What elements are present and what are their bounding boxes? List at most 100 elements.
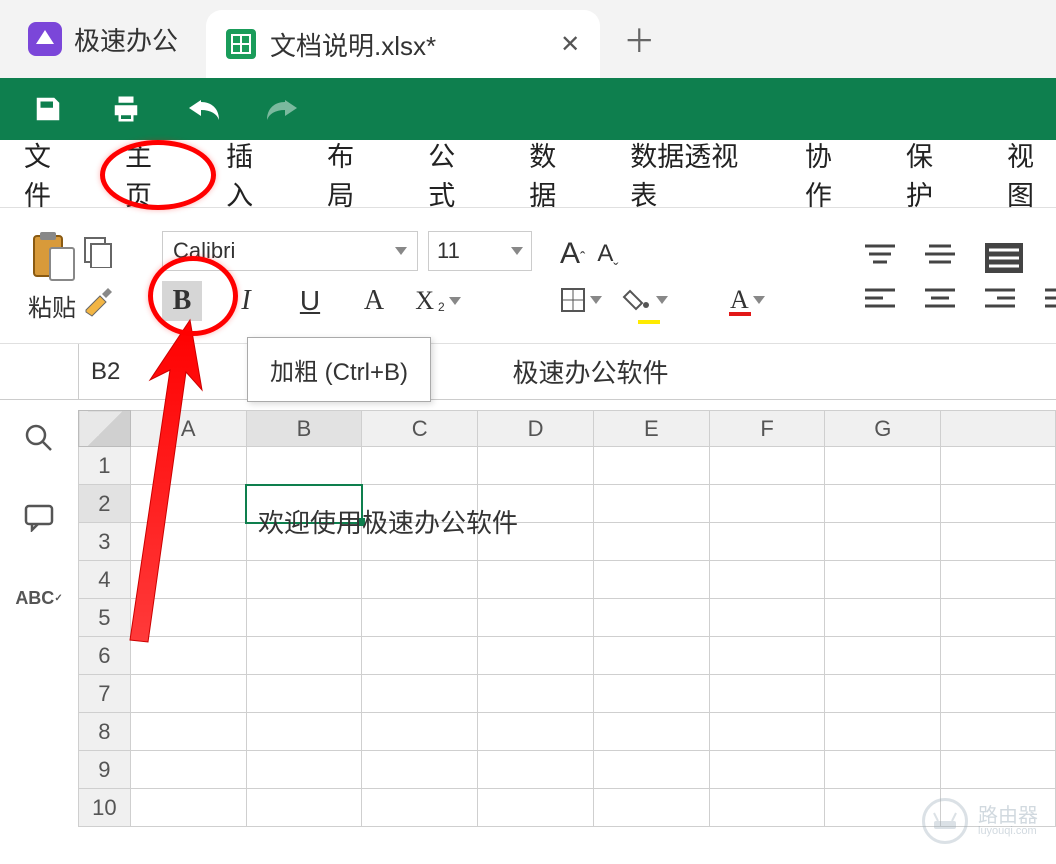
chevron-down-icon <box>449 297 461 305</box>
col-header-c[interactable]: C <box>362 411 478 447</box>
caret-up-icon: ˆ <box>580 250 585 268</box>
grow-font-button[interactable]: Aˆ <box>560 237 585 271</box>
bold-button[interactable]: B <box>162 281 202 321</box>
row-header-8[interactable]: 8 <box>79 713 131 751</box>
watermark: 路由器 luyouqi.com <box>922 798 1038 844</box>
format-painter-icon[interactable] <box>80 282 116 318</box>
col-header-a[interactable]: A <box>130 411 246 447</box>
search-icon[interactable] <box>19 418 59 458</box>
redo-icon[interactable] <box>264 91 300 127</box>
clipboard-icon[interactable] <box>24 228 80 284</box>
col-header-d[interactable]: D <box>478 411 594 447</box>
undo-icon[interactable] <box>186 91 222 127</box>
row-header-3[interactable]: 3 <box>79 523 131 561</box>
col-header-f[interactable]: F <box>709 411 825 447</box>
menu-collab[interactable]: 协作 <box>805 129 854 219</box>
chevron-down-icon <box>753 296 765 304</box>
spellcheck-icon[interactable]: ABC✓ <box>19 578 59 618</box>
row-header-2[interactable]: 2 <box>79 485 131 523</box>
align-right-button[interactable] <box>985 287 1015 309</box>
underline-button[interactable]: U <box>290 281 330 321</box>
row-header-7[interactable]: 7 <box>79 675 131 713</box>
align-bottom-button[interactable] <box>985 243 1023 273</box>
chevron-down-icon <box>395 247 407 255</box>
align-group <box>865 243 1056 309</box>
menu-formula[interactable]: 公式 <box>428 129 477 219</box>
row-header-4[interactable]: 4 <box>79 561 131 599</box>
spreadsheet-grid[interactable]: A B C D E F G 1 2 3 4 5 6 7 8 9 10 <box>78 410 1056 864</box>
row-header-5[interactable]: 5 <box>79 599 131 637</box>
col-header-overflow[interactable] <box>941 411 1056 447</box>
grid-area: ABC✓ A B C D E F G 1 2 3 4 5 6 7 8 9 10 <box>0 410 1056 864</box>
ribbon-toolbar: 粘贴 Calibri 11 B I U A X2 <box>0 208 1056 344</box>
spreadsheet-icon <box>226 29 256 59</box>
document-title: 文档说明.xlsx* <box>270 26 436 63</box>
formula-display[interactable]: 极速办公软件 <box>322 344 1056 400</box>
col-header-b[interactable]: B <box>246 411 362 447</box>
x2-sub: 2 <box>438 300 445 314</box>
watermark-main: 路由器 <box>978 806 1038 826</box>
chevron-down-icon <box>511 247 523 255</box>
menu-pivot[interactable]: 数据透视表 <box>630 129 753 219</box>
align-center-button[interactable] <box>925 287 955 309</box>
new-tab-button[interactable]: ＋ <box>600 0 678 78</box>
subscript-button[interactable]: X2 <box>418 281 458 321</box>
row-header-1[interactable]: 1 <box>79 447 131 485</box>
menu-protect[interactable]: 保护 <box>906 129 955 219</box>
app-tab[interactable]: 极速办公 <box>10 0 206 78</box>
router-icon <box>922 798 968 844</box>
align-top-button[interactable] <box>865 243 895 273</box>
paste-group: 粘贴 <box>24 228 80 323</box>
grow-a: A <box>560 237 580 271</box>
clear-a-label: A <box>364 285 384 317</box>
menu-data[interactable]: 数据 <box>529 129 578 219</box>
formula-bar: B2 极速办公软件 <box>0 344 1056 400</box>
menu-home[interactable]: 主页 <box>125 129 174 219</box>
select-all-corner[interactable] <box>79 411 131 447</box>
fill-color-button[interactable] <box>622 287 668 313</box>
col-header-e[interactable]: E <box>593 411 709 447</box>
name-box-value: B2 <box>91 358 120 386</box>
shrink-a: A <box>597 240 613 268</box>
align-justify-button[interactable] <box>1045 287 1056 309</box>
row-header-9[interactable]: 9 <box>79 751 131 789</box>
clipboard-aux-group <box>80 234 116 318</box>
app-name: 极速办公 <box>74 21 178 58</box>
save-icon[interactable] <box>30 91 66 127</box>
font-group: Calibri 11 B I U A X2 <box>162 231 532 321</box>
align-left-button[interactable] <box>865 287 895 309</box>
chevron-down-icon <box>590 296 602 304</box>
copy-icon[interactable] <box>81 234 115 268</box>
tab-bar: 极速办公 文档说明.xlsx* ✕ ＋ <box>0 0 1056 78</box>
align-middle-button[interactable] <box>925 243 955 273</box>
chevron-down-icon <box>656 296 668 304</box>
font-color-button[interactable]: A <box>730 285 765 315</box>
side-toolbar: ABC✓ <box>0 410 78 864</box>
font-family-select[interactable]: Calibri <box>162 231 418 271</box>
font-size-value: 11 <box>437 238 460 264</box>
watermark-sub: luyouqi.com <box>978 826 1038 837</box>
cell-format-group: Aˆ Aˆ A <box>560 237 807 315</box>
app-logo-icon <box>28 22 62 56</box>
x-label: X <box>415 286 434 316</box>
document-tab[interactable]: 文档说明.xlsx* ✕ <box>206 10 600 78</box>
row-header-10[interactable]: 10 <box>79 789 131 827</box>
caret-down-icon: ˆ <box>613 248 618 266</box>
font-size-select[interactable]: 11 <box>428 231 532 271</box>
menu-insert[interactable]: 插入 <box>226 129 275 219</box>
menu-layout[interactable]: 布局 <box>327 129 376 219</box>
paste-label: 粘贴 <box>28 288 76 323</box>
borders-button[interactable] <box>560 287 602 313</box>
print-icon[interactable] <box>108 91 144 127</box>
menu-file[interactable]: 文件 <box>24 129 73 219</box>
col-header-g[interactable]: G <box>825 411 941 447</box>
italic-button[interactable]: I <box>226 281 266 321</box>
name-box[interactable]: B2 <box>78 344 250 400</box>
menu-view[interactable]: 视图 <box>1007 129 1056 219</box>
close-tab-button[interactable]: ✕ <box>560 30 580 59</box>
comments-icon[interactable] <box>19 498 59 538</box>
row-header-6[interactable]: 6 <box>79 637 131 675</box>
font-color-clear-button[interactable]: A <box>354 281 394 321</box>
menu-bar: 文件 主页 插入 布局 公式 数据 数据透视表 协作 保护 视图 <box>0 140 1056 208</box>
shrink-font-button[interactable]: Aˆ <box>597 240 618 268</box>
